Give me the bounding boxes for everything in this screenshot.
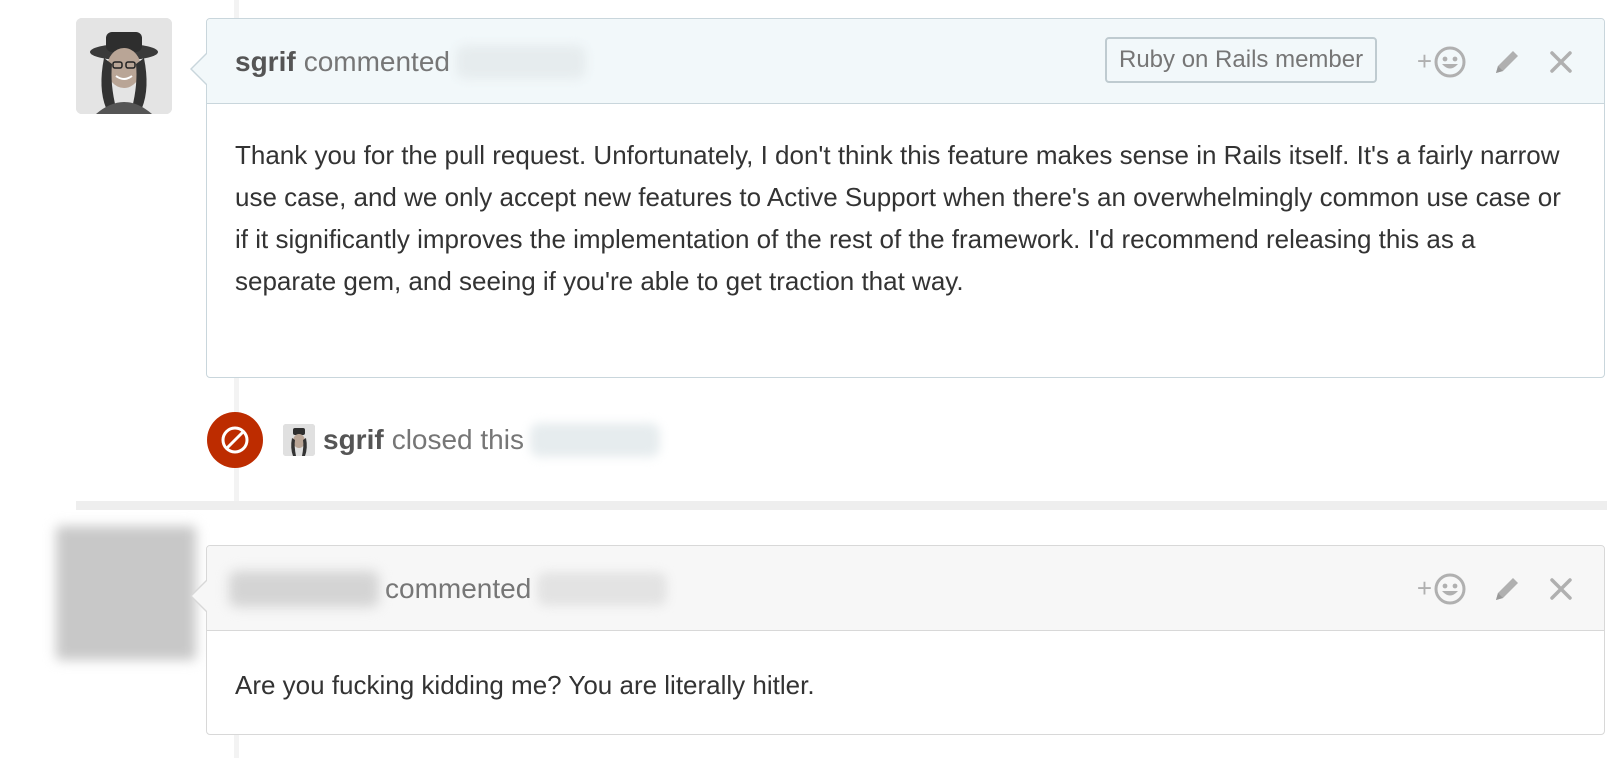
close-icon <box>1550 50 1572 73</box>
comment-header-text: commented <box>229 546 668 631</box>
avatar-photo-icon <box>76 18 172 114</box>
edit-comment-button[interactable] <box>1492 47 1522 77</box>
event-timestamp-redacted <box>529 423 660 457</box>
pencil-icon <box>1496 577 1518 600</box>
comment-header-text: sgrif commented <box>235 19 586 104</box>
avatar-photo-icon <box>283 424 315 456</box>
comment-reply: commented + Are you fucking kidding me? … <box>190 545 1605 735</box>
member-badge: Ruby on Rails member <box>1105 37 1378 83</box>
smiley-icon <box>1434 573 1466 604</box>
circle-slash-icon <box>221 426 249 454</box>
delete-comment-button[interactable] <box>1548 576 1574 602</box>
comment-arrow-fill <box>192 581 207 611</box>
comment-body: Thank you for the pull request. Unfortun… <box>235 140 1561 296</box>
timeline-separator <box>76 501 1607 510</box>
comment-body: Are you fucking kidding me? You are lite… <box>235 670 815 700</box>
reaction-plus: + <box>1416 46 1432 76</box>
avatar[interactable] <box>76 18 172 114</box>
comment-header: sgrif commented Ruby on Rails member + <box>207 19 1604 104</box>
timeline-line-bottom <box>234 735 239 758</box>
event-text: sgrif closed this <box>323 423 660 457</box>
comment-sgrif: sgrif commented Ruby on Rails member + T… <box>190 18 1605 378</box>
closed-event: sgrif closed this <box>207 412 660 468</box>
reaction-plus: + <box>1416 573 1432 603</box>
close-icon <box>1550 577 1572 600</box>
comment-timestamp-redacted <box>537 571 668 606</box>
timeline-line-top <box>234 0 239 18</box>
comment-arrow-fill <box>192 54 207 84</box>
delete-comment-button[interactable] <box>1548 49 1574 75</box>
smiley-icon <box>1434 46 1466 77</box>
closed-badge <box>207 412 263 468</box>
event-action: closed this <box>391 424 524 455</box>
comment-actions: + <box>1391 546 1574 631</box>
event-avatar[interactable] <box>283 424 315 456</box>
pencil-icon <box>1496 50 1518 73</box>
comment-timestamp-redacted <box>455 44 586 79</box>
comment-action: commented <box>303 45 450 77</box>
event-author[interactable]: sgrif <box>323 424 384 456</box>
comment-actions: + <box>1391 19 1574 104</box>
comment-author[interactable]: sgrif <box>235 46 296 78</box>
edit-comment-button[interactable] <box>1492 574 1522 604</box>
add-reaction-button[interactable]: + <box>1417 573 1466 605</box>
add-reaction-button[interactable]: + <box>1417 46 1466 78</box>
comment-header: commented + <box>207 546 1604 631</box>
comment-action: commented <box>385 572 532 604</box>
avatar-redacted[interactable] <box>56 526 196 660</box>
comment-author-redacted <box>229 570 379 607</box>
